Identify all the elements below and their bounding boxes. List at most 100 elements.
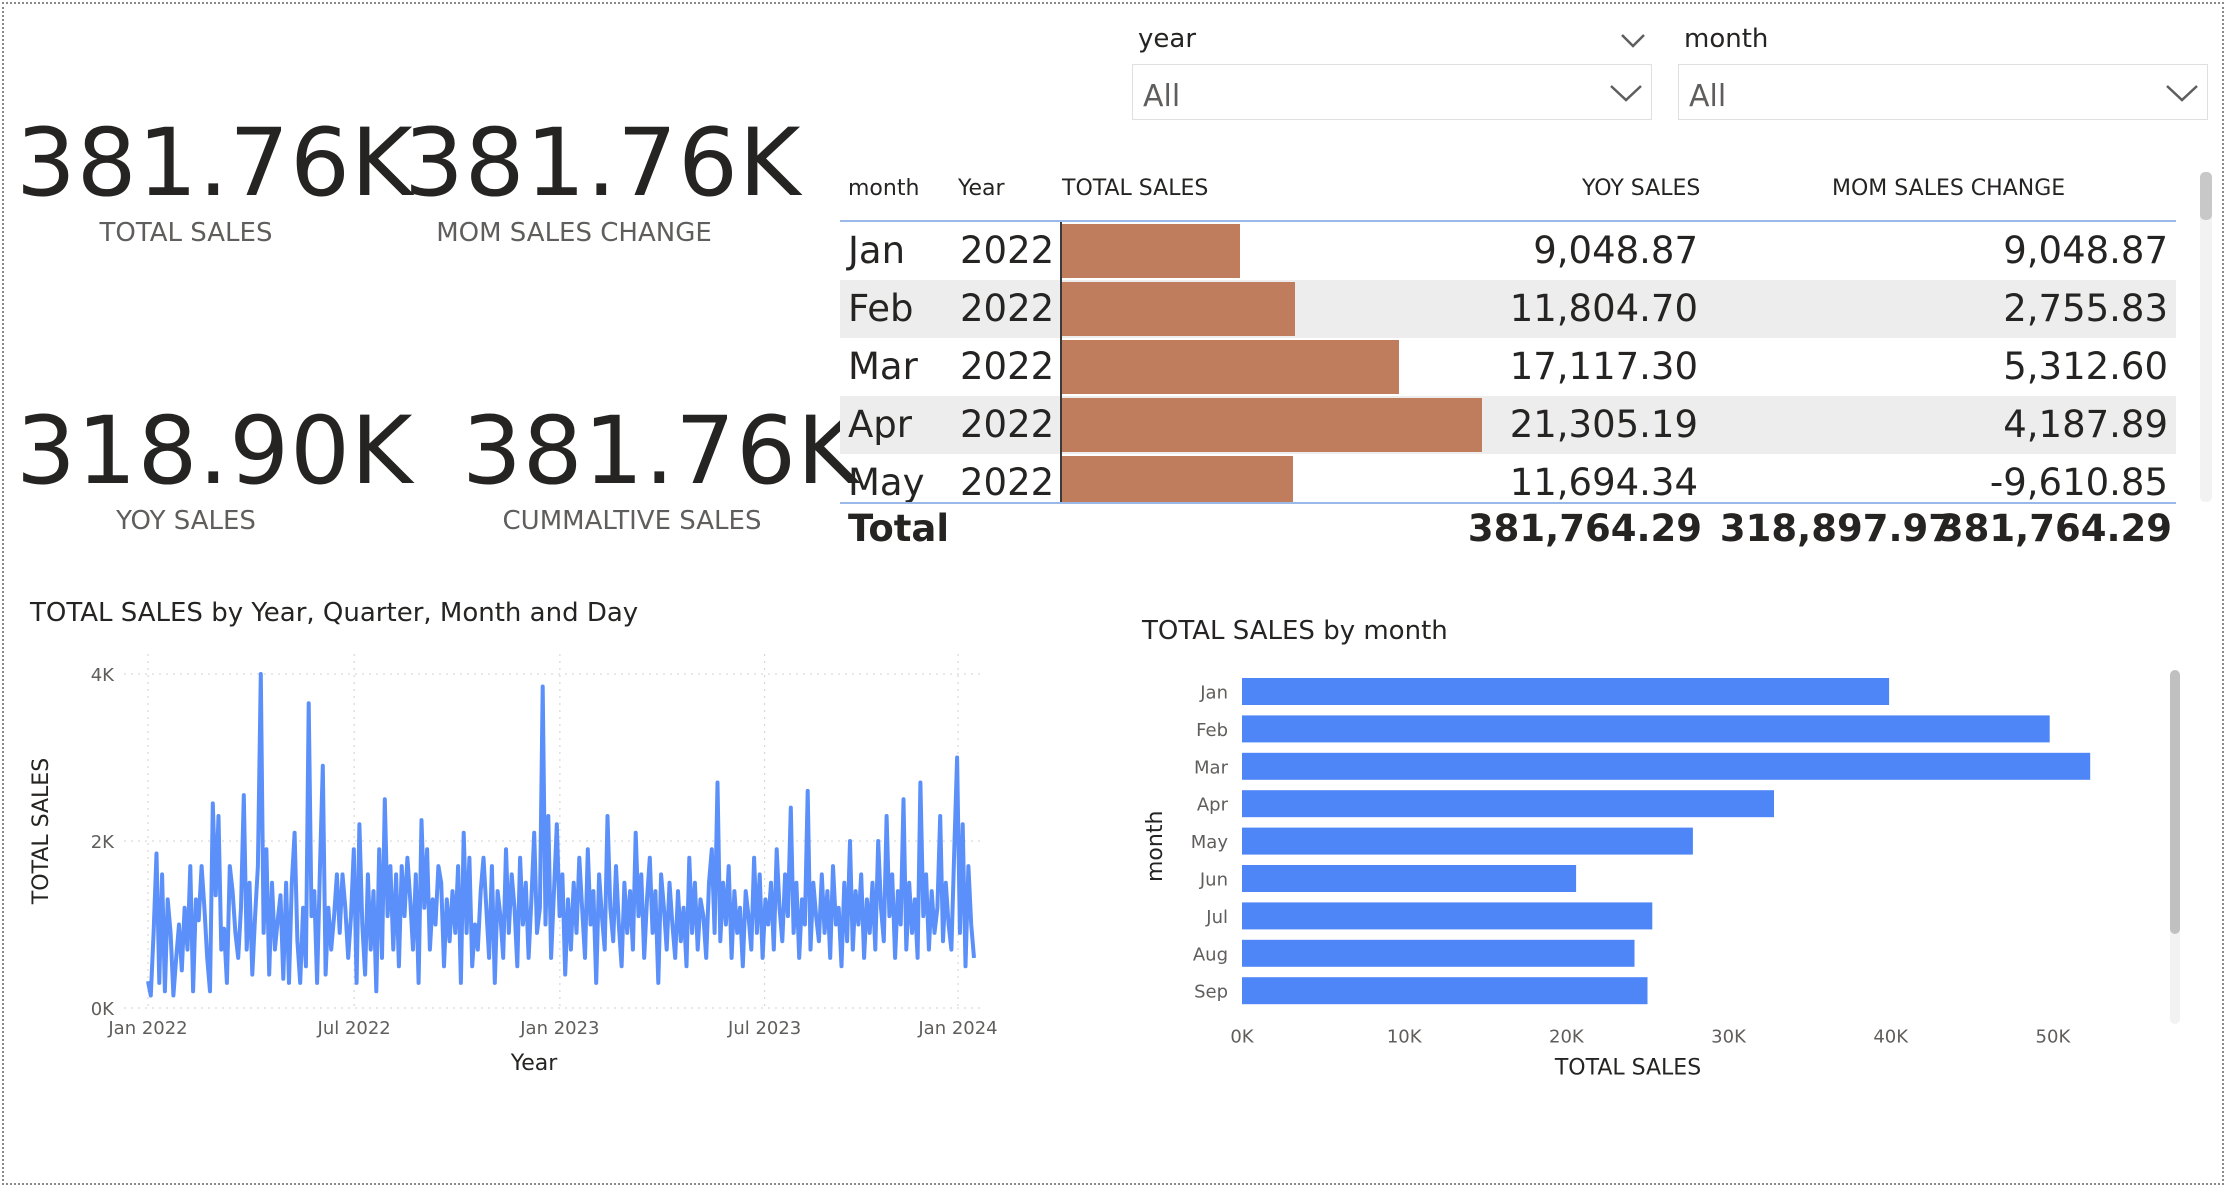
year-cell: 2022 [960, 403, 1055, 446]
category-label: Sep [1194, 982, 1228, 1003]
table-body: Jan 2022 9,048.87 9,048.87 Feb 2022 11,804.70 2… [840, 220, 2176, 504]
month-cell: Feb [848, 287, 914, 330]
bar-jul[interactable] [1242, 902, 1653, 930]
y-axis-title: TOTAL SALES [29, 758, 54, 905]
kpi-label: TOTAL SALES [99, 218, 273, 248]
month-cell: Jan [848, 229, 906, 272]
bar-chart-title: TOTAL SALES by month [1142, 616, 1448, 646]
table-row[interactable]: Jan 2022 9,048.87 9,048.87 [840, 222, 2176, 280]
category-label: May [1191, 832, 1229, 853]
year-dropdown[interactable]: All [1132, 64, 1652, 120]
bar-may[interactable] [1242, 827, 1693, 855]
x-tick-label: Jul 2023 [727, 1018, 801, 1039]
mom-change-total: 381,764.29 [1937, 507, 2172, 550]
bar-jan[interactable] [1242, 678, 1890, 705]
bar-sep[interactable] [1242, 977, 1648, 1005]
category-label: Jul [1205, 907, 1228, 928]
column-header-month[interactable]: month [848, 176, 919, 201]
total-sales-databar [1062, 224, 1240, 278]
chevron-down-icon [1610, 85, 1642, 102]
x-tick-label: 40K [1873, 1027, 1909, 1048]
line-chart-title: TOTAL SALES by Year, Quarter, Month and … [30, 598, 639, 628]
bar-jun[interactable] [1242, 865, 1577, 892]
kpi-mom-sales-change[interactable]: 381.76K MOM SALES CHANGE [404, 109, 802, 249]
sales-table: month Year TOTAL SALES YOY SALES MOM SAL… [840, 164, 2212, 554]
x-axis-title: TOTAL SALES [1554, 1056, 1701, 1081]
databar-axis [1060, 396, 1062, 454]
kpi-label: MOM SALES CHANGE [436, 218, 712, 248]
category-label: Mar [1194, 757, 1229, 778]
x-tick-label: 0K [1230, 1027, 1254, 1048]
kpi-yoy-sales[interactable]: 318.90K YOY SALES [16, 397, 414, 537]
month-cell: Mar [848, 345, 918, 388]
category-label: Aug [1193, 944, 1228, 965]
line-chart[interactable]: 0K 2K 4K Jan 2022 Jul 2022 Jan 2023 Jul 2023 Ja… [24, 634, 1024, 1084]
total-sales-databar [1062, 340, 1399, 394]
bar-chart-scrollbar-thumb[interactable] [2170, 670, 2180, 934]
column-header-mom-sales-change[interactable]: MOM SALES CHANGE [1832, 176, 2065, 201]
category-label: Jan [1199, 683, 1228, 704]
mom-change-cell: 4,187.89 [2003, 403, 2168, 446]
month-cell: May [848, 461, 925, 504]
column-header-year[interactable]: Year [958, 176, 1005, 201]
x-tick-label: Jul 2022 [317, 1018, 391, 1039]
bar-mar[interactable] [1242, 752, 2091, 780]
table-scrollbar-thumb[interactable] [2200, 172, 2212, 220]
x-tick-label: Jan 2024 [917, 1018, 997, 1039]
yoy-sales-total: 318,897.97 [1719, 507, 1954, 550]
month-slicer: month All [1678, 24, 2208, 134]
table-row[interactable]: Feb 2022 11,804.70 2,755.83 [840, 280, 2176, 338]
table-row[interactable]: Mar 2022 17,117.30 5,312.60 [840, 338, 2176, 396]
report-canvas: 381.76K TOTAL SALES 381.76K MOM SALES CH… [2, 2, 2224, 1185]
x-tick-label: Jan 2023 [519, 1018, 599, 1039]
bar-apr[interactable] [1242, 790, 1774, 818]
category-label: Feb [1196, 720, 1228, 741]
x-tick-label: 50K [2036, 1027, 2072, 1048]
x-tick-label: Jan 2022 [107, 1018, 187, 1039]
month-cell: Apr [848, 403, 913, 446]
x-tick-label: 10K [1387, 1027, 1423, 1048]
total-sales-cell: 9,048.87 [1533, 229, 1698, 272]
table-row[interactable]: May 2022 11,694.34 -9,610.85 [840, 454, 2176, 504]
month-dropdown[interactable]: All [1678, 64, 2208, 120]
y-tick-label: 2K [91, 832, 115, 853]
mom-change-cell: 2,755.83 [2003, 287, 2168, 330]
databar-axis [1060, 222, 1062, 280]
total-sales-total: 381,764.29 [1467, 507, 1702, 550]
kpi-value: 381.76K [404, 109, 802, 218]
databar-axis [1060, 338, 1062, 396]
table-row[interactable]: Apr 2022 21,305.19 4,187.89 [840, 396, 2176, 454]
total-sales-databar [1062, 398, 1482, 452]
bar-aug[interactable] [1242, 939, 1635, 967]
kpi-value: 318.90K [16, 397, 414, 506]
kpi-total-sales[interactable]: 381.76K TOTAL SALES [16, 109, 414, 249]
table-scrollbar[interactable] [2200, 172, 2212, 502]
kpi-cumulative-sales[interactable]: 381.76K CUMMALTIVE SALES [462, 402, 859, 537]
bar-chart[interactable]: Jan Feb Mar Apr May Jun Jul Aug Sep 0K 10K 20K 30K 40… [1134, 654, 2194, 1104]
year-dropdown-value: All [1143, 79, 1181, 114]
sales-line-series [146, 672, 976, 998]
databar-axis [1060, 280, 1062, 338]
month-slicer-title: month [1684, 24, 1769, 54]
column-header-yoy-sales[interactable]: YOY SALES [1582, 176, 1700, 201]
chevron-down-icon [2166, 85, 2198, 102]
total-sales-databar [1062, 456, 1293, 502]
category-label: Apr [1197, 795, 1229, 816]
x-tick-label: 20K [1549, 1027, 1585, 1048]
databar-axis [1060, 454, 1062, 502]
total-sales-cell: 17,117.30 [1509, 345, 1698, 388]
mom-change-cell: 5,312.60 [2003, 345, 2168, 388]
month-dropdown-value: All [1689, 79, 1727, 114]
total-sales-cell: 21,305.19 [1509, 403, 1698, 446]
kpi-value: 381.76K [16, 109, 414, 218]
collapse-chevron-icon[interactable] [1620, 32, 1646, 50]
year-slicer: year All [1132, 24, 1652, 134]
y-axis-title: month [1143, 811, 1168, 882]
x-axis-title: Year [510, 1051, 559, 1076]
mom-change-cell: 9,048.87 [2003, 229, 2168, 272]
year-cell: 2022 [960, 229, 1055, 272]
bar-feb[interactable] [1242, 715, 2050, 743]
column-header-total-sales[interactable]: TOTAL SALES [1062, 176, 1208, 201]
total-sales-databar [1062, 282, 1295, 336]
kpi-label: CUMMALTIVE SALES [502, 506, 762, 536]
